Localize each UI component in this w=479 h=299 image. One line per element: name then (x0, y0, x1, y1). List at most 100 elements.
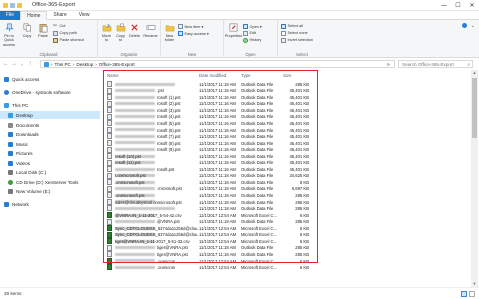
back-arrow-icon[interactable]: ← (2, 60, 10, 68)
minimize-button[interactable]: — (437, 0, 451, 11)
open-group-label: Open (245, 52, 256, 57)
ribbon-tabs: File Home Share View (0, 10, 479, 20)
file-name: .microsoft.pst (157, 186, 182, 192)
history-icon (243, 37, 248, 43)
delete-button[interactable]: Delete (128, 22, 141, 38)
file-name: .onmicros (157, 265, 176, 271)
search-input[interactable]: Search Office-365-Export ⌕ (398, 60, 473, 68)
select-all-button[interactable]: Select all (281, 23, 303, 29)
sidebar-item-desktop[interactable]: Desktop (0, 111, 100, 119)
file-date: 11/1/2017 12:54 AM (199, 238, 237, 244)
ribbon-expand-icon[interactable]: ⌄ (471, 23, 475, 29)
network-icon (4, 201, 9, 207)
breadcrumb-desktop[interactable]: Desktop (76, 62, 93, 67)
file-size: 45,401 KB (289, 114, 309, 120)
sidebar-item-videos[interactable]: Videos (8, 159, 30, 167)
column-header-size[interactable]: Size (283, 72, 292, 79)
sidebar-item-pictures[interactable]: Pictures (8, 149, 33, 157)
sidebar-item-downloads[interactable]: Downloads (8, 130, 39, 138)
refresh-icon[interactable]: ⟳ (387, 62, 390, 67)
file-size: 6 KB (299, 265, 309, 271)
sidebar-item-local-disk[interactable]: Local Disk (C:) (8, 168, 46, 176)
outlook-file-icon (107, 166, 112, 173)
outlook-file-icon (107, 185, 112, 192)
copy-path-icon (53, 30, 58, 36)
large-icons-view-icon[interactable] (469, 291, 475, 297)
open-button[interactable]: Open ▾ (243, 23, 262, 29)
file-name: .onmicrosoft.pst (115, 193, 145, 199)
file-name: rosoft (4).pst (157, 114, 181, 120)
file-size: 45,401 KB (289, 107, 309, 113)
tab-home[interactable]: Home (20, 10, 48, 20)
sidebar-item-music[interactable]: Music (8, 140, 28, 148)
close-button[interactable]: ✕ (465, 0, 479, 11)
scroll-up-arrow-icon[interactable]: ▲ (471, 70, 478, 76)
computer-icon (44, 61, 49, 67)
properties-icon[interactable] (10, 2, 15, 8)
file-type: Outlook Data File (241, 120, 274, 126)
folder-icon[interactable] (3, 2, 8, 8)
move-to-icon (101, 22, 112, 33)
edit-button[interactable]: Edit (243, 30, 256, 36)
file-date: 11/1/2017 11:16 AM (199, 147, 236, 153)
redacted-name (115, 134, 155, 138)
sidebar-item-quick-access[interactable]: Quick access (4, 75, 39, 83)
paste-button[interactable]: Paste (37, 22, 49, 38)
easy-access-button[interactable]: Easy access ▾ (178, 30, 209, 36)
sidebar-item-network[interactable]: Network (4, 200, 29, 208)
properties-button[interactable]: Properties (225, 22, 242, 38)
select-none-button[interactable]: Select none (281, 30, 308, 36)
history-button[interactable]: History (243, 37, 261, 43)
sidebar-item-new-volume[interactable]: New Volume (E:) (8, 187, 50, 195)
breadcrumb-this-pc[interactable]: This PC (55, 62, 71, 67)
copy-path-button[interactable]: Copy path (53, 30, 77, 36)
details-view-icon[interactable] (461, 291, 467, 297)
new-item-button[interactable]: New item ▾ (178, 23, 203, 29)
invert-selection-icon (281, 37, 286, 43)
file-name: rosoft (2).pst (157, 101, 181, 107)
column-header-type[interactable]: Type (241, 72, 251, 79)
column-header-name[interactable]: Name (107, 72, 119, 79)
scrollbar-thumb[interactable] (472, 78, 477, 138)
sidebar-item-documents[interactable]: Documents (8, 121, 39, 129)
file-date: 11/1/2017 11:18 AM (199, 186, 236, 192)
tab-view[interactable]: View (73, 11, 96, 20)
vertical-scrollbar[interactable]: ▲ ▼ (471, 70, 478, 287)
paste-shortcut-button[interactable]: Paste shortcut (53, 37, 84, 43)
rename-button[interactable]: Rename (143, 22, 158, 38)
easy-access-icon (178, 30, 183, 36)
breadcrumb[interactable]: › This PC › Desktop › Office-365-Export … (40, 60, 395, 68)
sidebar-item-this-pc[interactable]: This PC (4, 101, 28, 109)
cut-button[interactable]: ✂ Cut (53, 23, 65, 29)
file-date: 11/1/2017 11:16 AM (199, 153, 236, 159)
move-to-button[interactable]: Move to (100, 22, 113, 43)
sidebar-item-cd-drive[interactable]: CD Drive (D:) XenServer Tools (8, 178, 78, 186)
invert-selection-button[interactable]: Invert selection (281, 37, 313, 43)
new-group: New folder New item ▾ Easy access ▾ New (161, 20, 224, 58)
file-type: Outlook Data File (241, 88, 274, 94)
breadcrumb-current[interactable]: Office-365-Export (99, 62, 135, 67)
maximize-button[interactable]: ☐ (451, 0, 465, 11)
new-folder-icon[interactable] (17, 2, 22, 8)
tab-file[interactable]: File (0, 10, 21, 20)
view-toggle (461, 291, 475, 297)
forward-arrow-icon[interactable]: → (10, 60, 18, 68)
copy-button[interactable]: Copy (21, 22, 33, 38)
new-folder-button[interactable]: New folder (163, 22, 176, 43)
outlook-file-icon (107, 218, 112, 225)
help-icon[interactable] (462, 23, 467, 28)
redacted-name (115, 141, 155, 145)
file-date: 11/1/2017 12:54 AM (199, 232, 237, 238)
copy-to-button[interactable]: Copy to (114, 22, 127, 43)
outlook-file-icon (107, 94, 112, 101)
window-controls: — ☐ ✕ (437, 0, 479, 11)
tab-share[interactable]: Share (47, 11, 72, 20)
redacted-name (115, 115, 155, 119)
up-arrow-icon[interactable]: ↑ (26, 60, 34, 68)
column-header-date[interactable]: Date modified (199, 72, 226, 79)
file-date: 11/1/2017 11:18 AM (199, 193, 236, 199)
pin-quick-access-button[interactable]: Pin to Quick access (2, 22, 16, 47)
file-date: 11/1/2017 11:16 AM (199, 134, 236, 140)
sidebar-item-onedrive[interactable]: OneDrive - systools software (4, 88, 71, 96)
recent-chevron-icon[interactable]: ˅ (18, 60, 26, 68)
